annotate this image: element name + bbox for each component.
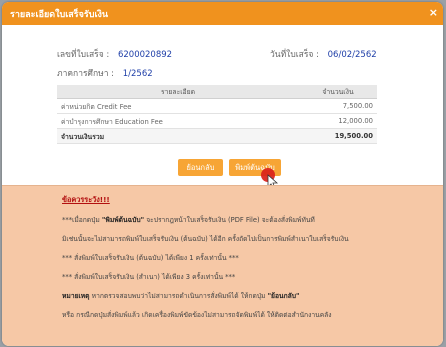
table-header-row: รายละเอียด จำนวนเงิน bbox=[57, 85, 377, 99]
column-header-detail: รายละเอียด bbox=[57, 85, 299, 99]
table-row: ค่าบำรุงการศึกษา Education Fee 12,000.00 bbox=[57, 113, 377, 129]
receipt-number-value: 6200020892 bbox=[117, 50, 173, 60]
term-value: 1/2562 bbox=[122, 69, 153, 79]
table-row: ค่าหน่วยกิต Credit Fee 7,500.00 bbox=[57, 98, 377, 114]
warning-text: จะปรากฎหน้าใบเสร็จรับเงิน (PDF File) จะต… bbox=[144, 216, 315, 224]
fee-amount: 7,500.00 bbox=[299, 98, 377, 114]
warning-text: หากตรวจสอบพบว่าไม่สามารถดำเนินการสั่งพิม… bbox=[89, 292, 268, 300]
receipt-date-value: 06/02/2562 bbox=[327, 50, 377, 60]
warning-emphasis: "ย้อนกลับ" bbox=[267, 292, 300, 300]
warning-line-3: *** สั่งพิมพ์ใบเสร็จรับเงิน (ต้นฉบับ) ได… bbox=[62, 254, 239, 262]
warning-text: ***เมื่อกดปุ่ม bbox=[62, 216, 102, 224]
warning-emphasis: "พิมพ์ต้นฉบับ" bbox=[101, 216, 145, 224]
fee-desc: ค่าหน่วยกิต Credit Fee bbox=[57, 98, 299, 114]
term-row: ภาคการศึกษา : 1/2562 bbox=[57, 66, 153, 80]
warning-line-1: ***เมื่อกดปุ่ม "พิมพ์ต้นฉบับ" จะปรากฎหน้… bbox=[62, 214, 315, 225]
term-label: ภาคการศึกษา : bbox=[57, 69, 115, 79]
fee-desc: ค่าบำรุงการศึกษา Education Fee bbox=[57, 113, 299, 129]
receipt-dialog: รายละเอียดใบเสร็จรับเงิน × เลขที่ใบเสร็จ… bbox=[2, 2, 443, 346]
receipt-number-label: เลขที่ใบเสร็จ : bbox=[57, 50, 110, 60]
warning-title: ข้อควรระวัง!!! bbox=[62, 195, 110, 204]
column-header-amount: จำนวนเงิน bbox=[299, 85, 377, 99]
total-row: จำนวนเงินรวม 19,500.00 bbox=[57, 128, 377, 144]
back-button[interactable]: ย้อนกลับ bbox=[178, 159, 223, 176]
fee-table: รายละเอียด จำนวนเงิน ค่าหน่วยกิต Credit … bbox=[57, 85, 377, 144]
total-label: จำนวนเงินรวม bbox=[57, 128, 299, 144]
warning-line-5: หมายเหตุ หากตรวจสอบพบว่าไม่สามารถดำเนินก… bbox=[62, 290, 299, 301]
total-amount: 19,500.00 bbox=[299, 128, 377, 144]
receipt-date-row: วันที่ใบเสร็จ : 06/02/2562 bbox=[270, 47, 377, 61]
note-label: หมายเหตุ bbox=[62, 292, 90, 300]
warning-line-2: มิเช่นนั้นจะไม่สามารถพิมพ์ใบเสร็จรับเงิน… bbox=[62, 235, 349, 243]
receipt-content: เลขที่ใบเสร็จ : 6200020892 วันที่ใบเสร็จ… bbox=[2, 25, 443, 190]
close-icon[interactable]: × bbox=[429, 6, 438, 19]
receipt-date-label: วันที่ใบเสร็จ : bbox=[270, 50, 319, 60]
dialog-title: รายละเอียดใบเสร็จรับเงิน bbox=[10, 10, 109, 20]
warning-line-4: *** สั่งพิมพ์ใบเสร็จรับเงิน (สำเนา) ได้เ… bbox=[62, 273, 236, 281]
dialog-titlebar: รายละเอียดใบเสร็จรับเงิน × bbox=[2, 2, 443, 25]
fee-amount: 12,000.00 bbox=[299, 113, 377, 129]
receipt-number-row: เลขที่ใบเสร็จ : 6200020892 bbox=[57, 47, 172, 61]
warning-panel: ข้อควรระวัง!!! ***เมื่อกดปุ่ม "พิมพ์ต้นฉ… bbox=[2, 185, 443, 346]
warning-line-6: หรือ กรณีกดปุ่มสั่งพิมพ์แล้ว เกิดเครื่อง… bbox=[62, 311, 332, 319]
